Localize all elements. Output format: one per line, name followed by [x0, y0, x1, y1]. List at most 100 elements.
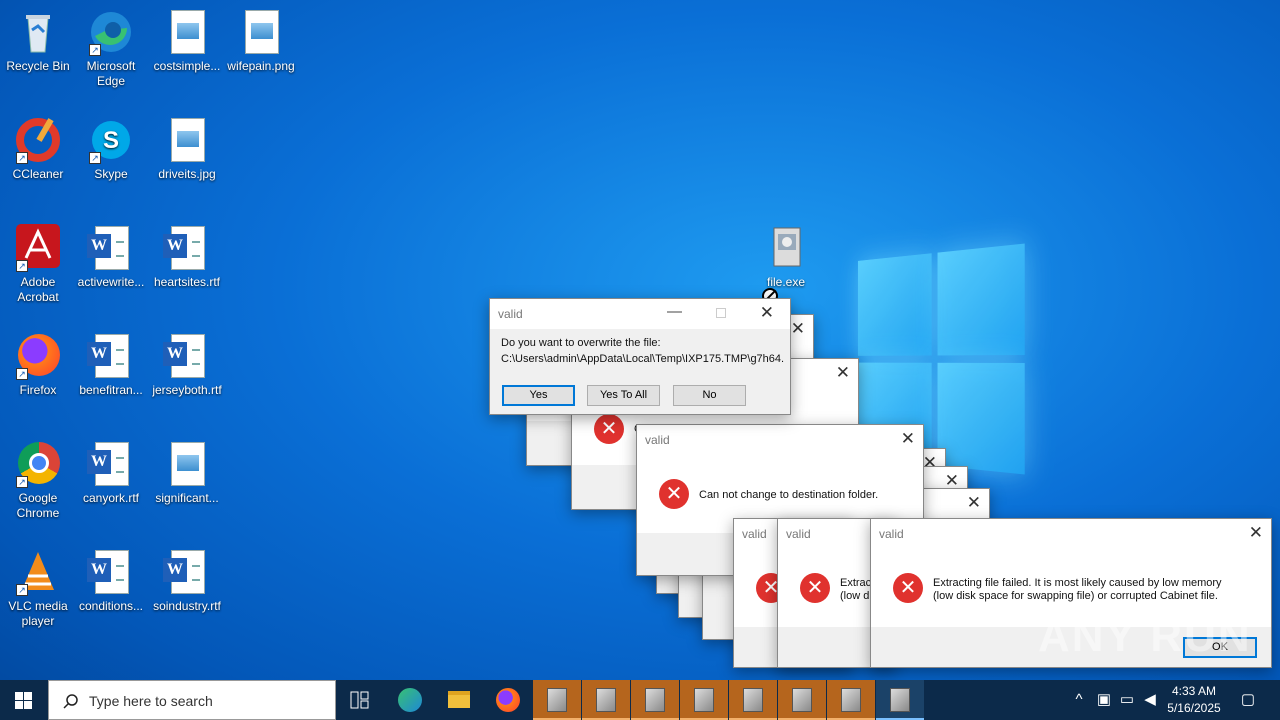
icon-label: VLC media player	[8, 599, 68, 628]
taskbar-installer-6[interactable]	[778, 680, 826, 720]
search-placeholder: Type here to search	[89, 693, 213, 709]
icon-label: soindustry.rtf	[153, 599, 221, 613]
icon-label: Google Chrome	[16, 491, 60, 520]
installer-icon	[890, 688, 910, 712]
search-icon	[63, 694, 78, 709]
dialog-message: Do you want to overwrite the file:	[501, 337, 661, 349]
installer-icon	[547, 688, 567, 712]
icon-label: Firefox	[19, 383, 57, 397]
icon-label: wifepain.png	[227, 59, 295, 73]
overwrite-confirm-dialog: valid — ✕ Do you want to overwrite the f…	[489, 298, 791, 415]
icon-label: significant...	[155, 491, 219, 505]
installer-icon	[645, 688, 665, 712]
windows-start-icon	[15, 692, 32, 709]
desktop-icon-recycle-bin[interactable]: Recycle Bin	[0, 8, 76, 74]
icon-label: jerseyboth.rtf	[152, 383, 222, 397]
task-view-icon	[350, 691, 369, 709]
close-icon[interactable]: ✕	[901, 429, 915, 449]
icon-label: file.exe	[766, 275, 806, 289]
desktop-icon-file-exe[interactable]: file.exe	[748, 224, 824, 290]
desktop-icon-jerseyboth[interactable]: W jerseyboth.rtf	[149, 332, 225, 398]
desktop-icon-canyork[interactable]: W canyork.rtf	[73, 440, 149, 506]
desktop-icon-ccleaner[interactable]: ↗ CCleaner	[0, 116, 76, 182]
firefox-icon	[496, 688, 520, 712]
installer-icon	[596, 688, 616, 712]
clock[interactable]: 4:33 AM 5/16/2025	[1158, 683, 1230, 717]
close-icon[interactable]: ✕	[791, 319, 805, 339]
taskbar-installer-8[interactable]	[876, 680, 924, 720]
dialog-message: Can not change to destination folder.	[699, 489, 879, 501]
desktop-icon-chrome[interactable]: ↗ Google Chrome	[0, 440, 76, 521]
dialog-title: valid	[879, 527, 904, 541]
icon-label: canyork.rtf	[82, 491, 139, 505]
start-button[interactable]	[0, 680, 48, 720]
svg-text:S: S	[103, 127, 119, 154]
icon-label: benefitran...	[79, 383, 143, 397]
dialog-message: (low d	[840, 590, 870, 602]
dialog-title: valid	[498, 307, 523, 321]
clock-date: 5/16/2025	[1167, 701, 1221, 715]
taskbar-file-explorer[interactable]	[435, 680, 483, 720]
icon-label: conditions...	[78, 599, 144, 613]
error-icon: ✕	[893, 573, 923, 603]
chevron-up-icon[interactable]: ^	[1068, 680, 1090, 720]
yes-to-all-button[interactable]: Yes To All	[587, 385, 660, 406]
desktop-icon-activewrite[interactable]: W activewrite...	[73, 224, 149, 290]
desktop-icon-significant[interactable]: significant...	[149, 440, 225, 506]
desktop-icon-soindustry[interactable]: W soindustry.rtf	[149, 548, 225, 614]
task-view-button[interactable]	[336, 680, 384, 720]
taskbar-firefox[interactable]	[484, 680, 532, 720]
close-icon[interactable]: ✕	[836, 363, 850, 383]
file-explorer-icon	[448, 691, 470, 708]
volume-icon[interactable]: ◀	[1140, 680, 1160, 720]
icon-label: activewrite...	[77, 275, 145, 289]
yes-button[interactable]: Yes	[502, 385, 575, 406]
taskbar-installer-5[interactable]	[729, 680, 777, 720]
taskbar-installer-7[interactable]	[827, 680, 875, 720]
dialog-title: valid	[786, 527, 811, 541]
notification-icon[interactable]: ▢	[1236, 680, 1260, 720]
taskbar-search-box[interactable]: Type here to search	[48, 680, 336, 720]
close-icon[interactable]: ✕	[760, 303, 774, 323]
no-button[interactable]: No	[673, 385, 746, 406]
display-icon[interactable]: ▭	[1116, 680, 1138, 720]
desktop-icon-heartsites[interactable]: W heartsites.rtf	[149, 224, 225, 290]
desktop-icon-wifepain[interactable]: wifepain.png	[223, 8, 299, 74]
anyrun-watermark: ANY RUN	[1038, 612, 1252, 661]
taskbar-installer-1[interactable]	[533, 680, 581, 720]
desktop-icon-costsimple[interactable]: costsimple...	[149, 8, 225, 74]
minimize-icon[interactable]: —	[667, 303, 682, 320]
dialog-message: Extracting file failed. It is most likel…	[933, 577, 1222, 589]
desktop-icon-conditions[interactable]: W conditions...	[73, 548, 149, 614]
close-icon[interactable]: ✕	[1249, 523, 1263, 543]
icon-label: Recycle Bin	[6, 59, 70, 73]
icon-label: Microsoft Edge	[86, 59, 136, 88]
installer-icon	[694, 688, 714, 712]
close-icon[interactable]: ✕	[967, 493, 981, 513]
icon-label: driveits.jpg	[158, 167, 216, 181]
installer-icon	[792, 688, 812, 712]
desktop-icon-edge[interactable]: ↗ Microsoft Edge	[73, 8, 149, 89]
taskbar-installer-3[interactable]	[631, 680, 679, 720]
desktop-icon-adobe-acrobat[interactable]: ↗ Adobe Acrobat	[0, 224, 76, 305]
taskbar: Type here to search ^ ▣ ▭ ◀ 4:33 AM 5/16…	[0, 680, 1280, 720]
icon-label: CCleaner	[12, 167, 64, 181]
desktop-icon-driveits[interactable]: driveits.jpg	[149, 116, 225, 182]
desktop-icon-firefox[interactable]: ↗ Firefox	[0, 332, 76, 398]
taskbar-installer-4[interactable]	[680, 680, 728, 720]
icon-label: Skype	[94, 167, 128, 181]
taskbar-installer-2[interactable]	[582, 680, 630, 720]
installer-icon	[743, 688, 763, 712]
desktop-icon-benefitran[interactable]: W benefitran...	[73, 332, 149, 398]
error-icon: ✕	[594, 414, 624, 444]
clock-time: 4:33 AM	[1171, 684, 1217, 698]
network-icon[interactable]: ▣	[1094, 680, 1114, 720]
desktop-icon-skype[interactable]: S ↗ Skype	[73, 116, 149, 182]
icon-label: costsimple...	[153, 59, 221, 73]
icon-label: heartsites.rtf	[153, 275, 221, 289]
taskbar-edge[interactable]	[386, 680, 434, 720]
desktop-icon-vlc[interactable]: ↗ VLC media player	[0, 548, 76, 629]
dialog-message: (low disk space for swapping file) or co…	[933, 590, 1218, 602]
icon-label: Adobe Acrobat	[17, 275, 59, 304]
installer-icon	[841, 688, 861, 712]
